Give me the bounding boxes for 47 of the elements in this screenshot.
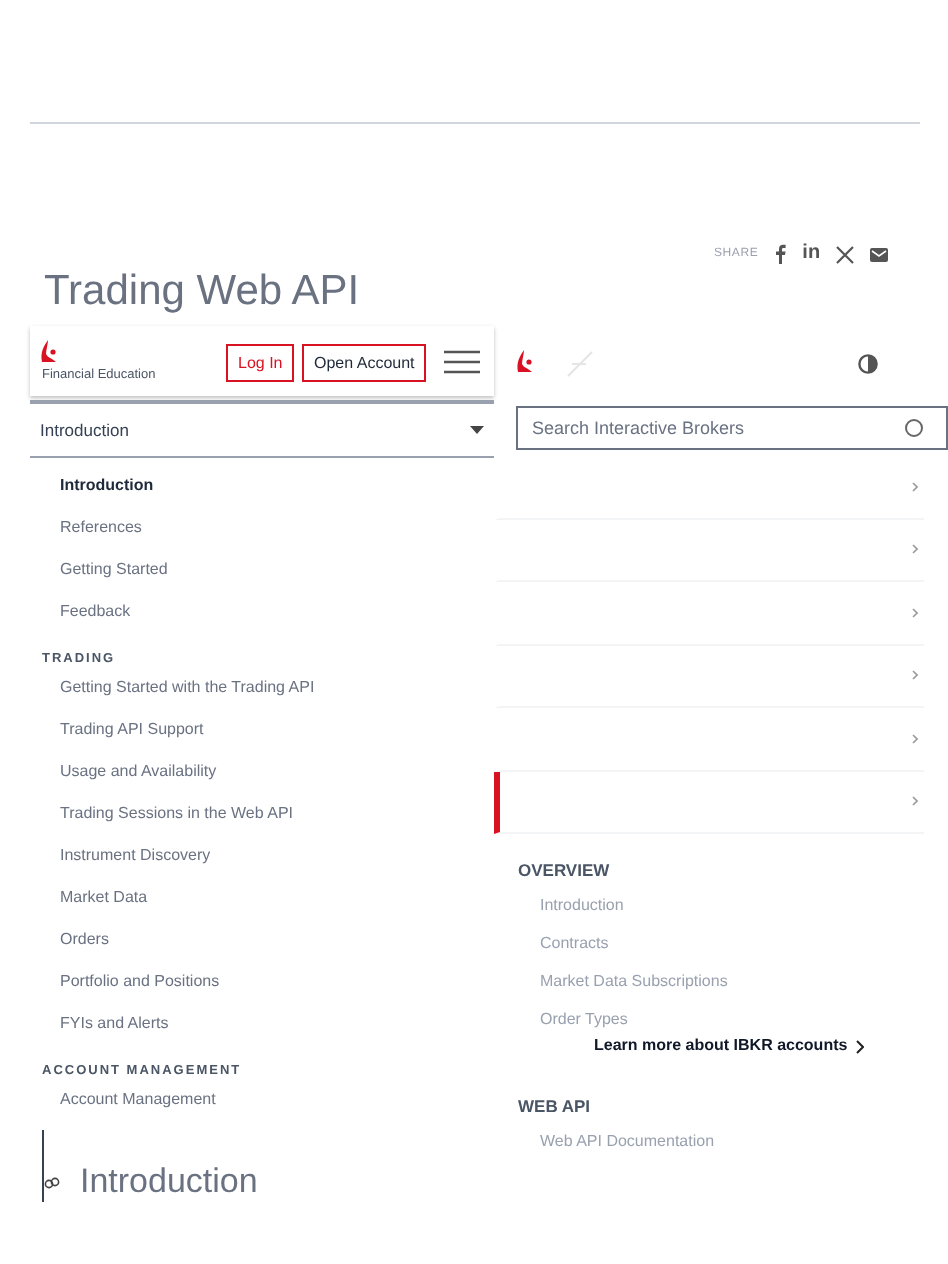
slash-icon [566,350,594,378]
nav-item[interactable]: Usage and Availability [30,751,490,793]
open-account-button[interactable]: Open Account [302,344,427,382]
link-icon[interactable] [44,1176,60,1190]
chevron-icon [912,796,918,807]
chevron-icon [912,607,918,618]
chevron-icon [912,544,918,555]
login-button[interactable]: Log In [226,344,295,382]
nav-item[interactable]: FYIs and Alerts [30,1003,490,1045]
contrast-icon[interactable] [858,354,878,374]
learn-more-link[interactable]: Learn more about IBKR accounts [594,1034,864,1058]
nav-item[interactable]: Market Data [30,877,490,919]
nav-item[interactable]: Getting Started with the Trading API [30,667,490,709]
web-api-heading: WEB API [518,1094,593,1118]
search-icon[interactable] [904,418,924,438]
caret-icon [470,426,484,434]
overview-link[interactable]: Order Types [540,1000,728,1038]
menu-icon[interactable] [444,350,480,374]
nav-item[interactable]: Instrument Discovery [30,835,490,877]
section-dropdown[interactable]: Introduction [30,400,494,458]
search-field[interactable]: Search Interactive Brokers [516,406,948,450]
logo-icon[interactable] [516,350,534,374]
logo-icon[interactable] [40,340,58,364]
nav-item[interactable]: Trading API Support [30,709,490,751]
linkedin-icon[interactable]: in [802,244,821,264]
overview-link[interactable]: Market Data Subscriptions [540,962,728,1000]
nav-item[interactable]: Portfolio and Positions [30,961,490,1003]
overview-link[interactable]: Introduction [540,886,728,924]
chevron-icon [912,733,918,744]
nav-item[interactable]: Orders [30,919,490,961]
nav-item[interactable]: Account Management [30,1079,490,1121]
mail-icon[interactable] [870,247,889,261]
section-heading: Introduction [80,1160,258,1204]
facebook-icon[interactable] [774,244,787,264]
page-title: Trading Web API [44,266,360,318]
nav-item[interactable]: Feedback [30,591,490,633]
nav-item[interactable]: References [30,507,490,549]
x-icon[interactable] [836,245,855,263]
overview-heading: OVERVIEW [518,858,612,882]
chevron-icon [912,670,918,681]
chevron-icon [855,1039,864,1053]
overview-link[interactable]: Contracts [540,924,728,962]
nav-item[interactable]: Introduction [30,465,490,507]
overview-link[interactable]: Web API Documentation [540,1122,715,1160]
nav-item[interactable]: Getting Started [30,549,490,591]
chevron-icon [912,481,918,492]
nav-item[interactable]: Trading Sessions in the Web API [30,793,490,835]
